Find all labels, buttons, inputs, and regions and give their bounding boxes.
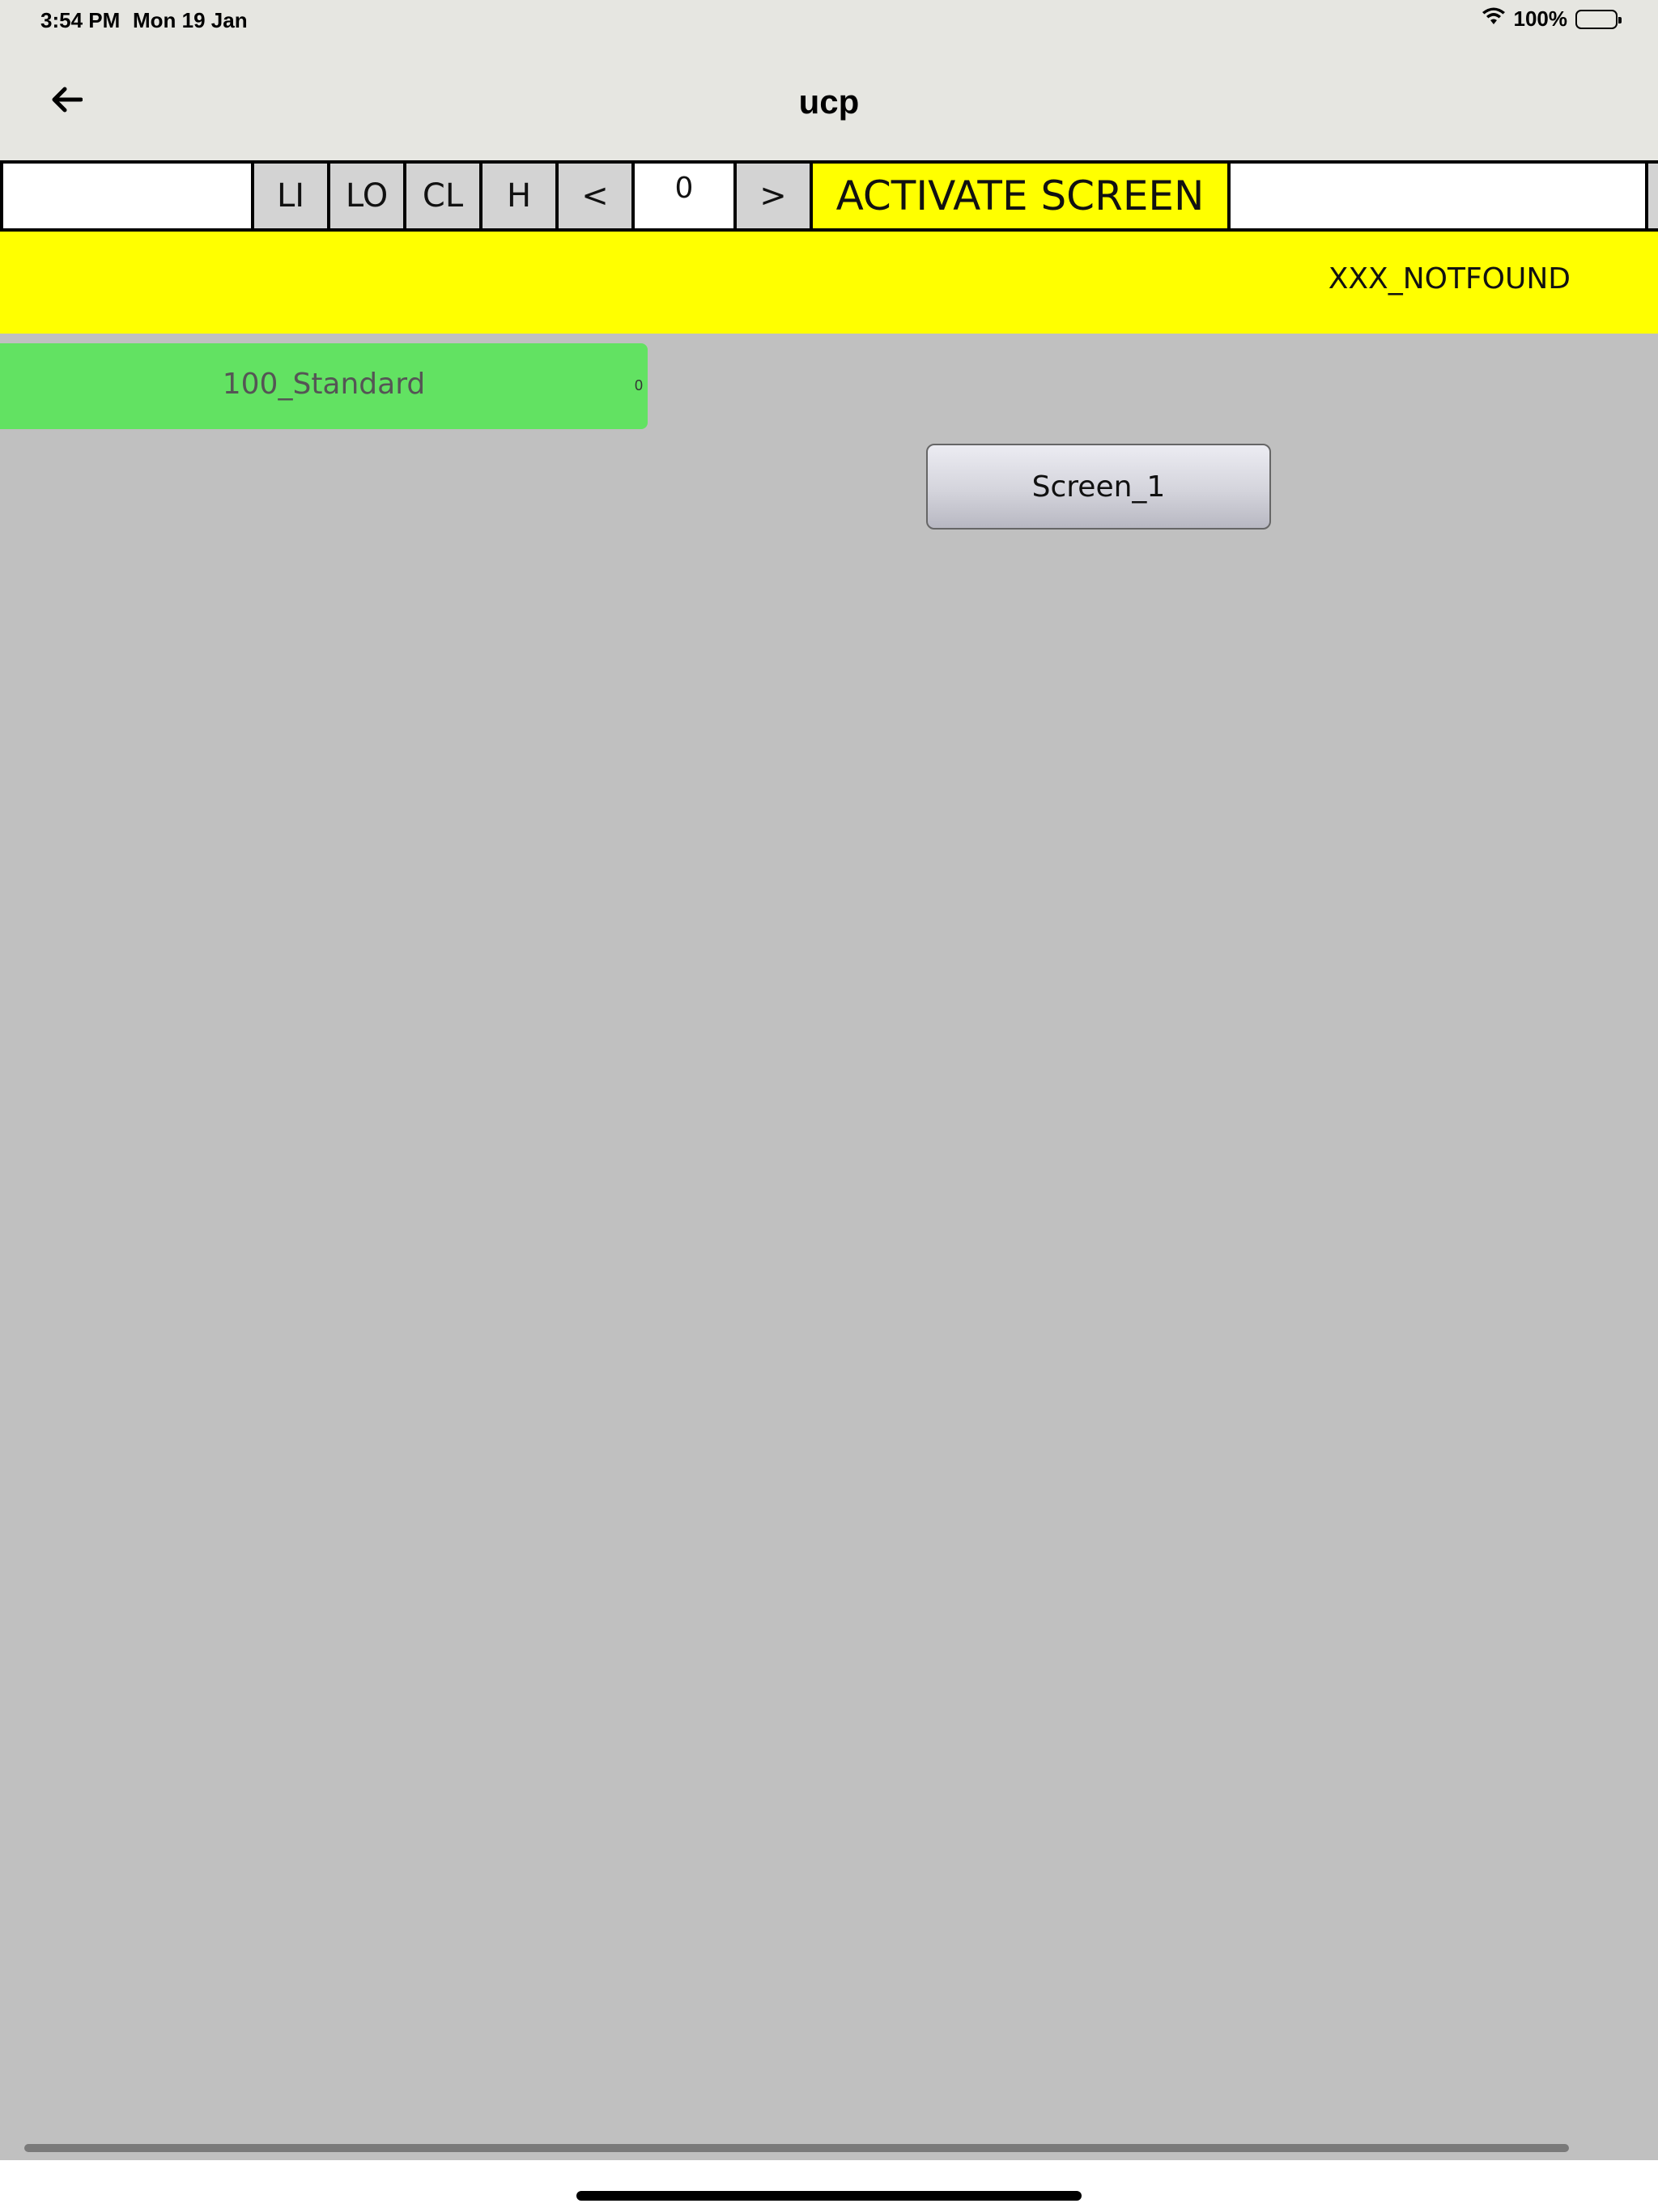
battery-icon bbox=[1575, 9, 1622, 29]
list-item-label: 100_Standard bbox=[222, 368, 426, 401]
toolbar: LI LO CL H < 0 > ACTIVATE SCREEN bbox=[0, 160, 1658, 232]
screen-1-button[interactable]: Screen_1 bbox=[926, 444, 1271, 530]
list-item[interactable]: 100_Standard 0 bbox=[0, 343, 648, 429]
top-bar: 3:54 PM Mon 19 Jan 100% ucp bbox=[0, 0, 1658, 160]
battery-percent: 100% bbox=[1513, 6, 1568, 31]
bottom-safe-area bbox=[0, 2160, 1658, 2212]
banner-text: XXX_NOTFOUND bbox=[1328, 262, 1571, 296]
page-title: ucp bbox=[798, 83, 860, 121]
activate-screen-button[interactable]: ACTIVATE SCREEN bbox=[813, 164, 1227, 228]
left-field[interactable] bbox=[3, 164, 251, 228]
counter-field[interactable]: 0 bbox=[635, 164, 733, 228]
list-item-count: 0 bbox=[634, 377, 643, 393]
app-screen: 3:54 PM Mon 19 Jan 100% ucp LI LO CL H <… bbox=[0, 0, 1658, 2212]
status-time: 3:54 PM bbox=[40, 8, 121, 32]
status-banner: XXX_NOTFOUND bbox=[0, 232, 1658, 334]
next-button[interactable]: > bbox=[737, 164, 810, 228]
cl-button[interactable]: CL bbox=[406, 164, 479, 228]
horizontal-scrollbar[interactable] bbox=[24, 2144, 1569, 2152]
prev-button[interactable]: < bbox=[559, 164, 631, 228]
status-indicators: 100% bbox=[1482, 6, 1622, 32]
toolbar-overflow-cell[interactable] bbox=[1648, 164, 1658, 228]
right-field[interactable] bbox=[1231, 164, 1645, 228]
li-button[interactable]: LI bbox=[254, 164, 327, 228]
wifi-icon bbox=[1482, 6, 1506, 32]
home-indicator[interactable] bbox=[576, 2191, 1082, 2201]
status-date: Mon 19 Jan bbox=[133, 8, 248, 32]
h-button[interactable]: H bbox=[483, 164, 555, 228]
lo-button[interactable]: LO bbox=[330, 164, 403, 228]
